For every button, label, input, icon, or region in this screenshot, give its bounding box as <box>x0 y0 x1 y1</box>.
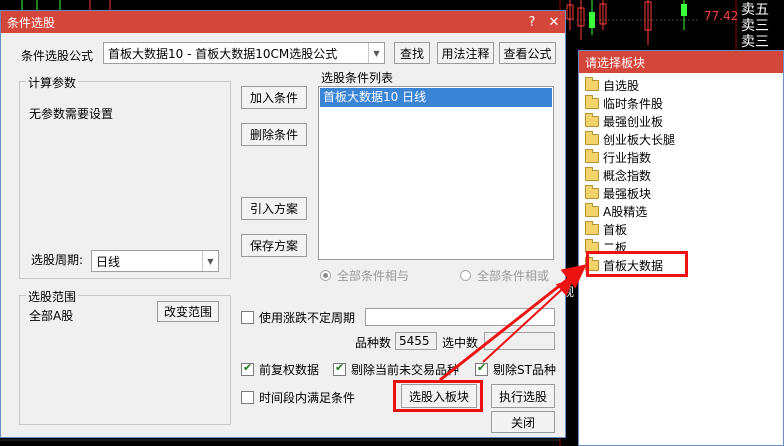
annotation-arrows <box>439 264 587 382</box>
arrow-line <box>482 279 573 363</box>
arrow-line <box>439 264 587 382</box>
